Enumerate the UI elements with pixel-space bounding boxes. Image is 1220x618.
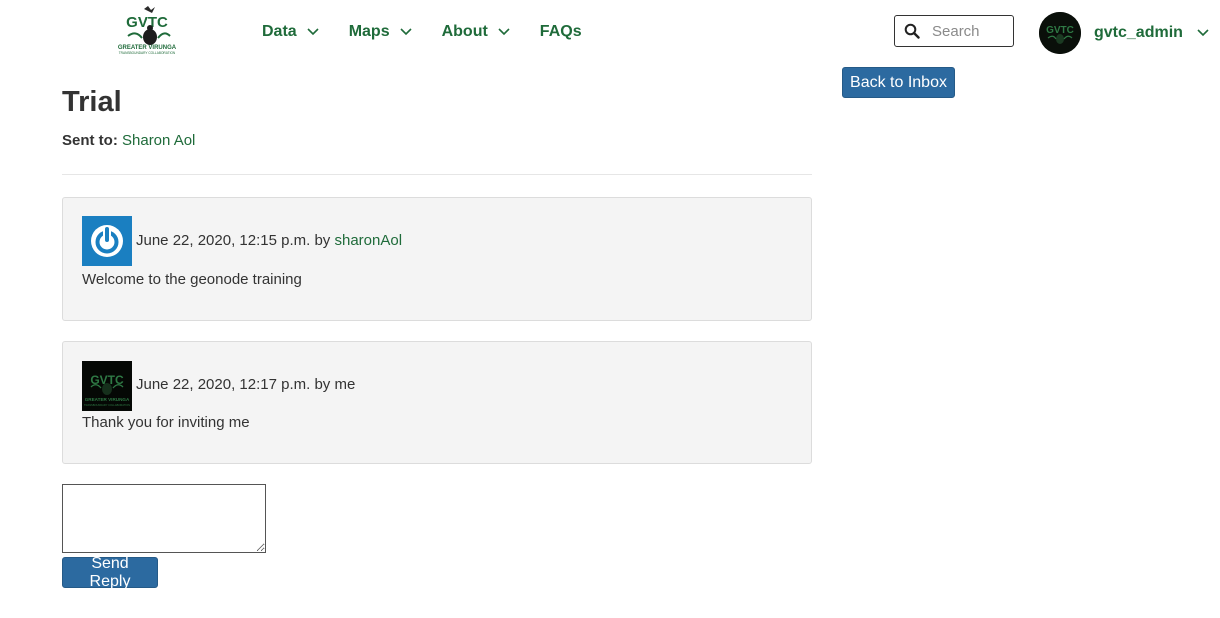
message-item: June 22, 2020, 12:15 p.m. by sharonAol W… — [62, 197, 812, 321]
svg-text:GREATER VIRUNGA: GREATER VIRUNGA — [85, 397, 130, 402]
sent-to: Sent to: Sharon Aol — [62, 132, 195, 149]
message-body: Welcome to the geonode training — [82, 271, 302, 288]
message-item: GVTC GREATER VIRUNGA TRANSBOUNDARY COLLA… — [62, 341, 812, 464]
message-timestamp: June 22, 2020, 12:15 p.m. by — [136, 232, 335, 249]
nav-maps[interactable]: Maps — [349, 20, 412, 44]
avatar: GVTC — [1039, 12, 1081, 54]
chevron-down-icon — [400, 28, 412, 36]
search-box[interactable] — [894, 15, 1014, 47]
search-icon — [904, 23, 920, 39]
nav-about-label: About — [441, 23, 488, 40]
message-meta: June 22, 2020, 12:17 p.m. by me — [136, 376, 355, 393]
top-navbar: GVTC GREATER VIRUNGA TRANSBOUNDARY COLLA… — [0, 0, 1220, 64]
recipient-link[interactable]: Sharon Aol — [122, 132, 195, 149]
main-nav: Data Maps About FAQs — [262, 20, 612, 44]
chevron-down-icon — [498, 28, 510, 36]
chevron-down-icon — [1197, 29, 1209, 37]
avatar — [82, 216, 132, 266]
search-input[interactable] — [930, 21, 1010, 41]
username: gvtc_admin — [1094, 24, 1183, 41]
nav-faqs[interactable]: FAQs — [540, 20, 582, 44]
nav-faqs-label: FAQs — [539, 23, 582, 40]
send-reply-button[interactable]: Send Reply — [62, 555, 158, 590]
gvtc-logo[interactable]: GVTC GREATER VIRUNGA TRANSBOUNDARY COLLA… — [114, 6, 180, 56]
sent-to-label: Sent to: — [62, 132, 118, 149]
nav-maps-label: Maps — [348, 23, 390, 40]
nav-data[interactable]: Data — [262, 20, 319, 44]
author-link[interactable]: sharonAol — [334, 232, 402, 249]
avatar: GVTC GREATER VIRUNGA TRANSBOUNDARY COLLA… — [82, 361, 132, 411]
svg-text:TRANSBOUNDARY COLLABORATION: TRANSBOUNDARY COLLABORATION — [119, 51, 176, 55]
message-meta: June 22, 2020, 12:15 p.m. by sharonAol — [136, 232, 402, 249]
reply-textarea[interactable] — [62, 484, 266, 553]
svg-text:TRANSBOUNDARY COLLABORATION: TRANSBOUNDARY COLLABORATION — [84, 403, 130, 407]
page-title: Trial — [62, 86, 122, 118]
user-menu[interactable]: GVTC gvtc_admin — [1039, 12, 1209, 54]
message-timestamp: June 22, 2020, 12:17 p.m. by me — [136, 376, 356, 393]
divider — [62, 174, 812, 175]
nav-about[interactable]: About — [442, 20, 510, 44]
nav-data-label: Data — [262, 23, 297, 40]
chevron-down-icon — [307, 28, 319, 36]
message-body: Thank you for inviting me — [82, 414, 250, 431]
back-to-inbox-button[interactable]: Back to Inbox — [842, 67, 955, 98]
